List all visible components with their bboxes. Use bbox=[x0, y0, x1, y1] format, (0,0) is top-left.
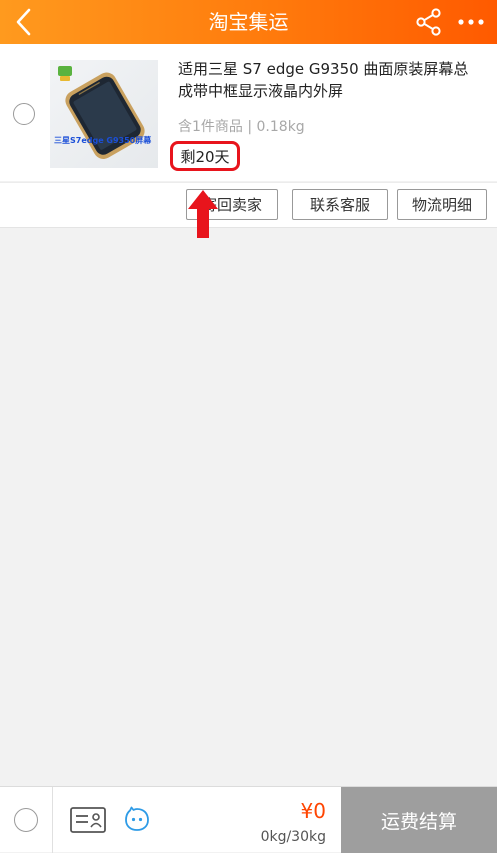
more-dots-icon[interactable] bbox=[452, 6, 490, 38]
product-thumbnail[interactable]: 三星S7edge G9350屏幕 bbox=[50, 60, 158, 168]
thumbnail-caption: 三星S7edge G9350屏幕 bbox=[54, 136, 152, 145]
smiley-face-icon[interactable] bbox=[124, 806, 150, 832]
red-up-arrow-icon bbox=[188, 190, 218, 238]
phone-product-image bbox=[58, 66, 145, 159]
logistics-details-button[interactable]: 物流明细 bbox=[397, 189, 487, 220]
checkout-button[interactable]: 运费结算 bbox=[341, 787, 497, 853]
item-actions-row: 寄回卖家 联系客服 物流明细 bbox=[0, 182, 497, 228]
remaining-days-text: 剩20天 bbox=[180, 147, 230, 166]
shipping-fee-total: ¥0 bbox=[300, 799, 326, 823]
checkout-bar: ¥0 0kg/30kg 运费结算 bbox=[0, 786, 497, 853]
contact-service-button[interactable]: 联系客服 bbox=[292, 189, 388, 220]
shipment-item-card: 三星S7edge G9350屏幕 适用三星 S7 edge G9350 曲面原装… bbox=[0, 44, 497, 181]
remaining-days-badge: 剩20天 bbox=[170, 141, 240, 171]
id-card-icon[interactable] bbox=[70, 806, 106, 834]
item-title[interactable]: 适用三星 S7 edge G9350 曲面原装屏幕总成带中框显示液晶内外屏 bbox=[178, 58, 483, 102]
app-header: 淘宝集运 bbox=[0, 0, 497, 44]
select-all-radio[interactable] bbox=[14, 808, 38, 832]
share-icon[interactable] bbox=[412, 6, 446, 38]
item-meta: 含1件商品 | 0.18kg bbox=[178, 119, 305, 135]
weight-summary: 0kg/30kg bbox=[260, 829, 326, 845]
item-select-radio[interactable] bbox=[13, 103, 35, 125]
divider bbox=[52, 787, 53, 853]
